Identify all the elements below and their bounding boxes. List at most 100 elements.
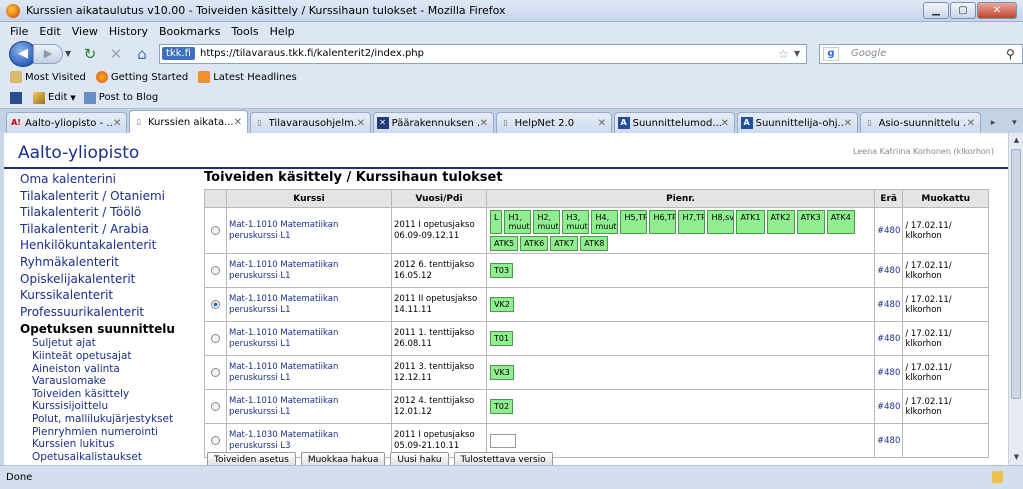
forward-button[interactable]: ▶ [33,43,63,64]
sidebar-subitem-varauslomake[interactable]: Varauslomake [32,375,175,388]
sidebar-item-opiskelijakalenterit[interactable]: Opiskelijakalenterit [20,271,175,288]
menu-bookmarks[interactable]: Bookmarks [159,25,220,38]
course-link[interactable]: Mat-1.1030 Matematiikan peruskurssi L3 [229,430,389,452]
sidebar-subitem-opetusaikalistaukset[interactable]: Opetusaikalistaukset [32,451,175,464]
group-chip[interactable]: ATK3 [796,210,825,234]
group-chip[interactable]: ATK2 [766,210,795,234]
group-chip[interactable]: L [490,210,503,234]
era-link[interactable]: #480 [877,368,900,378]
course-link[interactable]: Mat-1.1010 Matematiikan peruskurssi L1 [229,220,389,242]
empty-group-box[interactable] [490,433,516,448]
group-chip[interactable]: ATK1 [736,210,765,234]
lock-icon[interactable] [992,471,1003,483]
close-tab-icon[interactable]: ✕ [598,118,608,129]
bookmark-latest-headlines[interactable]: Latest Headlines [198,71,297,83]
row-radio-button[interactable] [211,226,220,235]
tab-kurssien[interactable]: ▯ Kurssien aikata... ✕ [129,110,248,133]
close-tab-icon[interactable]: ✕ [234,117,244,128]
search-box[interactable]: g Google ⚲ [819,43,1023,64]
close-tab-icon[interactable]: ✕ [967,118,977,129]
close-tab-icon[interactable]: ✕ [357,118,367,129]
group-chip[interactable]: T01 [490,331,514,346]
url-bar[interactable]: tkk.fi https://tilavaraus.tkk.fi/kalente… [159,43,807,64]
tab-tilavaraus[interactable]: ▯ Tilavarausohjelm... ✕ [249,112,371,133]
url-dropdown-icon[interactable]: ▼ [794,49,806,58]
close-tab-icon[interactable]: ✕ [844,118,854,129]
menu-help[interactable]: Help [270,25,295,38]
era-link[interactable]: #480 [877,266,900,276]
group-chip[interactable]: T03 [490,263,514,278]
course-link[interactable]: Mat-1.1010 Matematiikan peruskurssi L1 [229,328,389,350]
toiveiden-asetus-button[interactable]: Toiveiden asetus [207,452,296,465]
group-chip[interactable]: VK2 [490,297,514,312]
menu-view[interactable]: View [72,25,98,38]
era-link[interactable]: #480 [877,300,900,310]
sidebar-subitem-pienryhmien-numerointi[interactable]: Pienryhmien numerointi [32,426,175,439]
menu-edit[interactable]: Edit [39,25,60,38]
course-link[interactable]: Mat-1.1010 Matematiikan peruskurssi L1 [229,396,389,418]
sidebar-item-tilakalenterit-otaniemi[interactable]: Tilakalenterit / Otaniemi [20,188,175,205]
scroll-down-icon[interactable]: ▼ [1009,450,1023,465]
close-tab-icon[interactable]: ✕ [480,118,490,129]
sidebar-subitem-polut[interactable]: Polut, mallilukujärjestykset [32,413,175,426]
group-chip[interactable]: ATK7 [550,236,579,251]
tab-suunnittelumod[interactable]: A Suunnittelumod... ✕ [613,112,735,133]
post-to-blog-button[interactable]: Post to Blog [83,91,158,104]
reload-icon[interactable]: ↻ [79,44,101,64]
era-link[interactable]: #480 [877,402,900,412]
sidebar-subitem-kurssien-lukitus[interactable]: Kurssien lukitus [32,438,175,451]
group-chip[interactable]: ATK4 [826,210,855,234]
era-link[interactable]: #480 [877,334,900,344]
sidebar-subitem-aineiston-valinta[interactable]: Aineiston valinta [32,363,175,376]
tab-scroll-icon[interactable]: ▸ [985,113,1002,133]
close-tab-icon[interactable]: ✕ [113,118,123,129]
group-chip[interactable]: VK3 [490,365,514,380]
close-window-button[interactable]: ✕ [977,2,1017,19]
minimize-button[interactable]: ▁ [923,2,949,19]
era-link[interactable]: #480 [877,436,900,446]
site-identity-badge[interactable]: tkk.fi [162,47,195,60]
group-chip[interactable]: ATK5 [490,236,519,251]
url-input[interactable]: https://tilavaraus.tkk.fi/kalenterit2/in… [200,48,778,59]
row-radio-button[interactable] [211,334,220,343]
group-chip[interactable]: H3, muut [562,210,590,234]
course-link[interactable]: Mat-1.1010 Matematiikan peruskurssi L1 [229,260,389,282]
group-chip[interactable]: H8,sv [707,210,735,234]
group-chip[interactable]: H7,TP [678,210,706,234]
stop-icon[interactable]: ✕ [105,44,127,64]
scrollbar-thumb[interactable] [1011,149,1021,399]
sidebar-item-tilakalenterit-toolo[interactable]: Tilakalenterit / Töölö [20,204,175,221]
tab-suunnittelija[interactable]: A Suunnittelija-ohj... ✕ [736,112,858,133]
group-chip[interactable]: H6,TP [649,210,677,234]
history-dropdown-icon[interactable]: ▼ [65,49,75,58]
menu-tools[interactable]: Tools [231,25,258,38]
tab-aalto[interactable]: A! Aalto-yliopisto - ... ✕ [6,112,127,133]
group-chip[interactable]: T02 [490,399,514,414]
tab-paarakennus[interactable]: ✕ Päärakennuksen ... ✕ [372,112,494,133]
tab-helpnet[interactable]: ▯ HelpNet 2.0 ✕ [495,112,612,133]
sidebar-item-oma-kalenterini[interactable]: Oma kalenterini [20,171,175,188]
row-radio-button[interactable] [211,402,220,411]
sidebar-subitem-toiveiden-kasittely[interactable]: Toiveiden käsittely [32,388,175,401]
close-tab-icon[interactable]: ✕ [721,118,731,129]
row-radio-button[interactable] [211,368,220,377]
toolbar-logo-icon[interactable] [10,91,22,104]
row-radio-button[interactable] [211,266,220,275]
group-chip[interactable]: H1, muut [504,210,532,234]
row-radio-button[interactable] [211,436,220,445]
menu-history[interactable]: History [109,25,148,38]
google-icon[interactable]: g [823,46,839,61]
era-link[interactable]: #480 [877,226,900,236]
group-chip[interactable]: ATK8 [580,236,609,251]
scroll-up-icon[interactable]: ▲ [1009,133,1023,148]
sidebar-item-henkilokuntakalenterit[interactable]: Henkilökuntakalenterit [20,237,175,254]
maximize-button[interactable]: ▢ [950,2,976,19]
group-chip[interactable]: H2, muut [533,210,561,234]
tab-asio[interactable]: ▯ Asio-suunnittelu ... ✕ [859,112,981,133]
course-link[interactable]: Mat-1.1010 Matematiikan peruskurssi L1 [229,362,389,384]
uusi-haku-button[interactable]: Uusi haku [390,452,449,465]
tulostettava-versio-button[interactable]: Tulostettava versio [453,452,553,465]
edit-button[interactable]: Edit ▼ [33,91,76,104]
vertical-scrollbar[interactable]: ▲ ▼ [1008,133,1023,465]
sidebar-item-professuurikalenterit[interactable]: Professuurikalenterit [20,304,175,321]
